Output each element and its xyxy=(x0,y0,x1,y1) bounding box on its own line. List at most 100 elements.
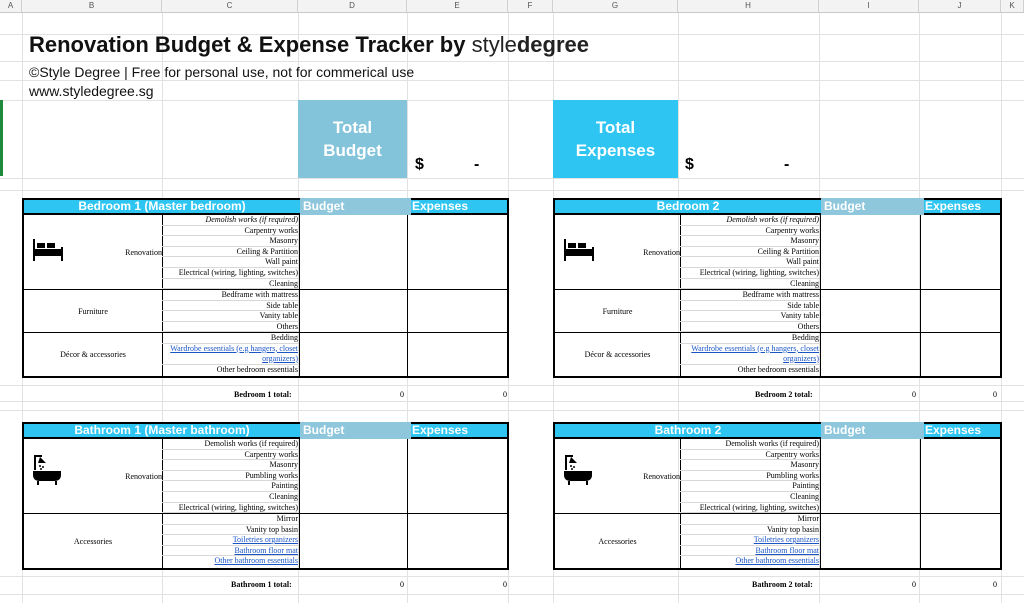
line-item: Electrical (wiring, lighting, switches) xyxy=(162,268,299,279)
column-header[interactable]: H xyxy=(678,0,819,12)
line-item: Vanity table xyxy=(162,311,299,322)
group-label: Renovation xyxy=(125,471,162,481)
expenses-column-header: Expenses xyxy=(925,423,982,437)
column-header-bar: A B C D E F G H I J K xyxy=(0,0,1024,13)
accessories-group: Accessories Mirror Vanity top basin Toil… xyxy=(555,514,1000,568)
line-item: Electrical (wiring, lighting, switches) xyxy=(680,268,820,279)
total-expenses-value[interactable]: - xyxy=(784,156,789,174)
line-item: Other bedroom essentials xyxy=(737,364,819,374)
bathroom2-total-expenses[interactable]: 0 xyxy=(993,580,997,589)
group-label: Renovation xyxy=(643,247,680,257)
line-item: Others xyxy=(162,322,299,333)
column-header[interactable]: D xyxy=(298,0,407,12)
line-item: Ceiling & Partition xyxy=(162,247,299,258)
total-budget-currency: $ xyxy=(415,156,424,173)
line-item: Wall paint xyxy=(162,257,299,268)
line-item: Carpentry works xyxy=(680,450,820,461)
group-label: Furniture xyxy=(78,306,108,316)
line-item: Mirror xyxy=(680,514,820,525)
column-header[interactable]: A xyxy=(0,0,22,12)
budget-column-header: Budget xyxy=(821,198,924,215)
column-header[interactable]: G xyxy=(553,0,678,12)
bathroom1-total-budget[interactable]: 0 xyxy=(400,580,404,589)
accessories-group: Accessories Mirror Vanity top basin Toil… xyxy=(24,514,507,568)
selection-indicator xyxy=(0,100,3,176)
line-item-link[interactable]: Bathroom floor mat xyxy=(680,546,820,557)
bedroom2-total-budget[interactable]: 0 xyxy=(912,390,916,399)
page-title: Renovation Budget & Expense Tracker by s… xyxy=(29,32,589,57)
line-item: Bedframe with mattress xyxy=(162,290,299,301)
bathroom2-total-budget[interactable]: 0 xyxy=(912,580,916,589)
column-header[interactable]: K xyxy=(1001,0,1024,12)
copyright-text: ©Style Degree | Free for personal use, n… xyxy=(29,64,415,80)
line-item: Bedframe with mattress xyxy=(680,290,820,301)
line-item: Painting xyxy=(162,481,299,492)
bedroom2-total-expenses[interactable]: 0 xyxy=(993,390,997,399)
line-item: Demolish works (if required) xyxy=(162,215,299,226)
bedroom1-total-budget[interactable]: 0 xyxy=(400,390,404,399)
group-label: Décor & accessories xyxy=(584,350,651,359)
line-item: Masonry xyxy=(680,236,820,247)
expenses-column-header: Expenses xyxy=(412,199,469,213)
line-item: Electrical (wiring, lighting, switches) xyxy=(680,503,820,514)
decor-group: Décor & accessories Bedding Wardrobe ess… xyxy=(555,333,1000,376)
bathroom1-total-expenses[interactable]: 0 xyxy=(503,580,507,589)
section-title: Bathroom 1 (Master bathroom) xyxy=(74,423,250,437)
line-item-link[interactable]: Wardrobe essentials (e.g hangers, closet… xyxy=(162,344,299,365)
budget-column-header: Budget xyxy=(300,422,411,439)
line-item: Cleaning xyxy=(162,279,299,290)
line-item: Side table xyxy=(680,301,820,312)
column-header[interactable]: B xyxy=(22,0,162,12)
line-item: Painting xyxy=(680,481,820,492)
line-item: Carpentry works xyxy=(162,450,299,461)
line-item: Bedding xyxy=(680,333,820,344)
renovation-group: Renovation Demolish works (if required) … xyxy=(24,215,507,290)
group-label: Furniture xyxy=(602,306,633,316)
line-item-link[interactable]: Toiletries organizers xyxy=(162,535,299,546)
line-item-link[interactable]: Toiletries organizers xyxy=(680,535,820,546)
line-item-link[interactable]: Wardrobe essentials (e.g hangers, closet… xyxy=(680,344,820,365)
line-item: Demolish works (if required) xyxy=(680,215,820,226)
line-item: Vanity top basin xyxy=(162,525,299,536)
total-expenses-box: Total Expenses xyxy=(553,100,678,178)
column-header[interactable]: F xyxy=(508,0,553,12)
bedroom1-total-expenses[interactable]: 0 xyxy=(503,390,507,399)
line-item: Others xyxy=(680,322,820,333)
total-budget-box: Total Budget xyxy=(298,100,407,178)
furniture-group: Furniture Bedframe with mattress Side ta… xyxy=(24,290,507,333)
line-item: Mirror xyxy=(162,514,299,525)
section-title: Bedroom 2 xyxy=(656,199,720,213)
renovation-group: Renovation Demolish works (if required) … xyxy=(555,215,1000,290)
line-item-link[interactable]: Other bathroom essentials xyxy=(162,556,299,567)
column-header[interactable]: C xyxy=(162,0,298,12)
group-label: Décor & accessories xyxy=(60,350,126,359)
expenses-column-header: Expenses xyxy=(925,199,982,213)
section-title: Bathroom 2 xyxy=(654,423,722,437)
line-item-link[interactable]: Bathroom floor mat xyxy=(162,546,299,557)
column-header[interactable]: E xyxy=(407,0,508,12)
brand-logo-light: style xyxy=(471,32,517,57)
column-header[interactable]: I xyxy=(819,0,919,12)
total-budget-value[interactable]: - xyxy=(474,156,479,174)
line-item: Pumbling works xyxy=(680,471,820,482)
line-item: Cleaning xyxy=(680,279,820,290)
group-label: Accessories xyxy=(598,536,637,546)
line-item: Vanity table xyxy=(680,311,820,322)
budget-column-header: Budget xyxy=(821,422,924,439)
brand-logo-bold: degree xyxy=(516,32,589,57)
column-header[interactable]: J xyxy=(919,0,1001,12)
line-item: Bedding xyxy=(162,333,299,344)
line-item: Ceiling & Partition xyxy=(680,247,820,258)
line-item: Side table xyxy=(162,301,299,312)
line-item: Cleaning xyxy=(680,492,820,503)
bedroom1-total-label: Bedroom 1 total: xyxy=(234,390,292,399)
line-item: Masonry xyxy=(162,460,299,471)
group-label: Renovation xyxy=(125,247,162,257)
bathroom1-total-label: Bathroom 1 total: xyxy=(231,580,292,589)
line-item: Demolish works (if required) xyxy=(680,439,820,450)
line-item: Masonry xyxy=(162,236,299,247)
line-item: Other bedroom essentials xyxy=(216,364,298,374)
section-title: Bedroom 1 (Master bedroom) xyxy=(78,199,246,213)
line-item-link[interactable]: Other bathroom essentials xyxy=(680,556,820,567)
line-item: Electrical (wiring, lighting, switches) xyxy=(162,503,299,514)
